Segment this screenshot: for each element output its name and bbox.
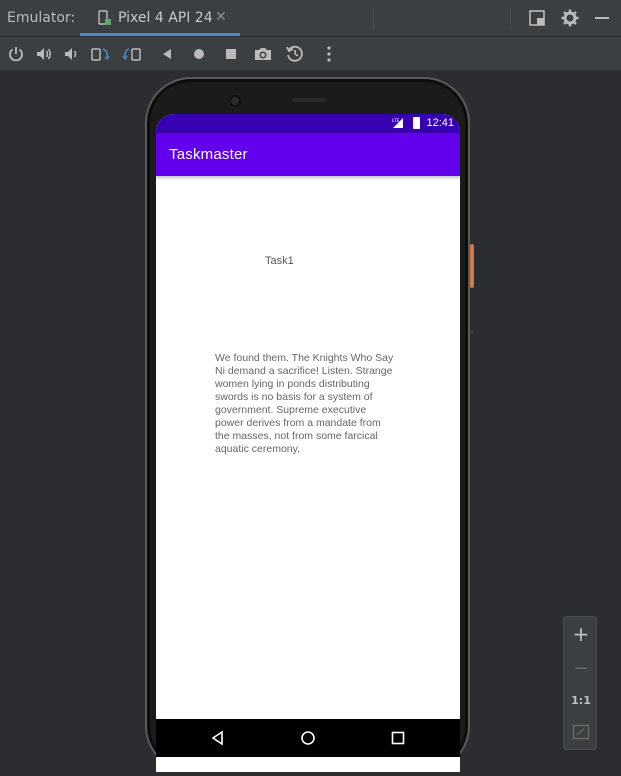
- emulator-toolbar: [0, 37, 621, 71]
- gear-icon[interactable]: [560, 8, 580, 28]
- tab-active-indicator: [80, 33, 240, 36]
- svg-text:LTE: LTE: [392, 118, 400, 124]
- tab-pixel-4[interactable]: Pixel 4 API 24 ✕: [80, 0, 240, 36]
- status-time: 12:41: [426, 117, 454, 129]
- earpiece-speaker: [292, 98, 326, 102]
- front-camera: [229, 95, 241, 107]
- device-screen: LTE 12:41 Taskmaster Task1 We found them…: [156, 114, 460, 772]
- zoom-out-button[interactable]: −: [564, 653, 598, 683]
- volume-down-button[interactable]: [61, 44, 81, 64]
- camera-icon: [255, 48, 271, 60]
- volume-down-icon: [65, 48, 77, 60]
- rotate-left-button[interactable]: [90, 44, 110, 64]
- device-icon: [98, 10, 111, 25]
- snapshot-button[interactable]: [285, 44, 305, 64]
- snapshot-icon: [286, 45, 303, 62]
- tab-title: Pixel 4 API 24: [118, 10, 213, 26]
- zoom-controls: + − 1:1: [563, 616, 597, 750]
- more-button[interactable]: [319, 44, 339, 64]
- title-bar: Emulator: Pixel 4 API 24 ✕: [0, 0, 621, 36]
- task-body: We found them. The Knights Who Say Ni de…: [215, 352, 394, 455]
- divider: [510, 8, 511, 30]
- emulator-label: Emulator:: [7, 10, 76, 26]
- fit-screen-button[interactable]: [564, 717, 598, 747]
- app-title: Taskmaster: [169, 146, 248, 163]
- power-side-button[interactable]: [470, 244, 474, 288]
- task-title: Task1: [265, 255, 294, 267]
- zoom-in-button[interactable]: +: [564, 619, 598, 649]
- overview-button[interactable]: [221, 44, 241, 64]
- status-bar: LTE 12:41: [156, 114, 460, 133]
- home-icon: [194, 49, 204, 59]
- back-icon: [163, 49, 171, 59]
- app-bar: Taskmaster: [156, 133, 460, 176]
- nav-back-icon[interactable]: [209, 729, 227, 747]
- power-icon: [9, 47, 23, 62]
- back-button[interactable]: [157, 44, 177, 64]
- tab-close-icon[interactable]: ✕: [215, 9, 227, 25]
- nav-overview-icon[interactable]: [389, 729, 407, 747]
- nav-home-icon[interactable]: [299, 729, 317, 747]
- screenshot-button[interactable]: [253, 44, 273, 64]
- power-button[interactable]: [6, 44, 26, 64]
- layout-icon[interactable]: [527, 8, 547, 28]
- fit-screen-icon: [572, 724, 590, 740]
- rotate-left-icon: [91, 48, 110, 61]
- minimize-icon[interactable]: [592, 8, 612, 28]
- volume-up-button[interactable]: [34, 44, 54, 64]
- more-icon: [327, 46, 331, 62]
- home-button[interactable]: [189, 44, 209, 64]
- rotate-right-icon: [122, 48, 141, 61]
- navigation-bar: [156, 719, 460, 757]
- signal-icon: LTE: [392, 118, 403, 128]
- overview-icon: [226, 49, 236, 59]
- actual-size-button[interactable]: 1:1: [564, 685, 598, 715]
- volume-up-icon: [37, 48, 51, 60]
- divider: [373, 8, 374, 30]
- rotate-right-button[interactable]: [122, 44, 142, 64]
- volume-side-button[interactable]: [470, 330, 474, 334]
- battery-icon: [413, 117, 420, 129]
